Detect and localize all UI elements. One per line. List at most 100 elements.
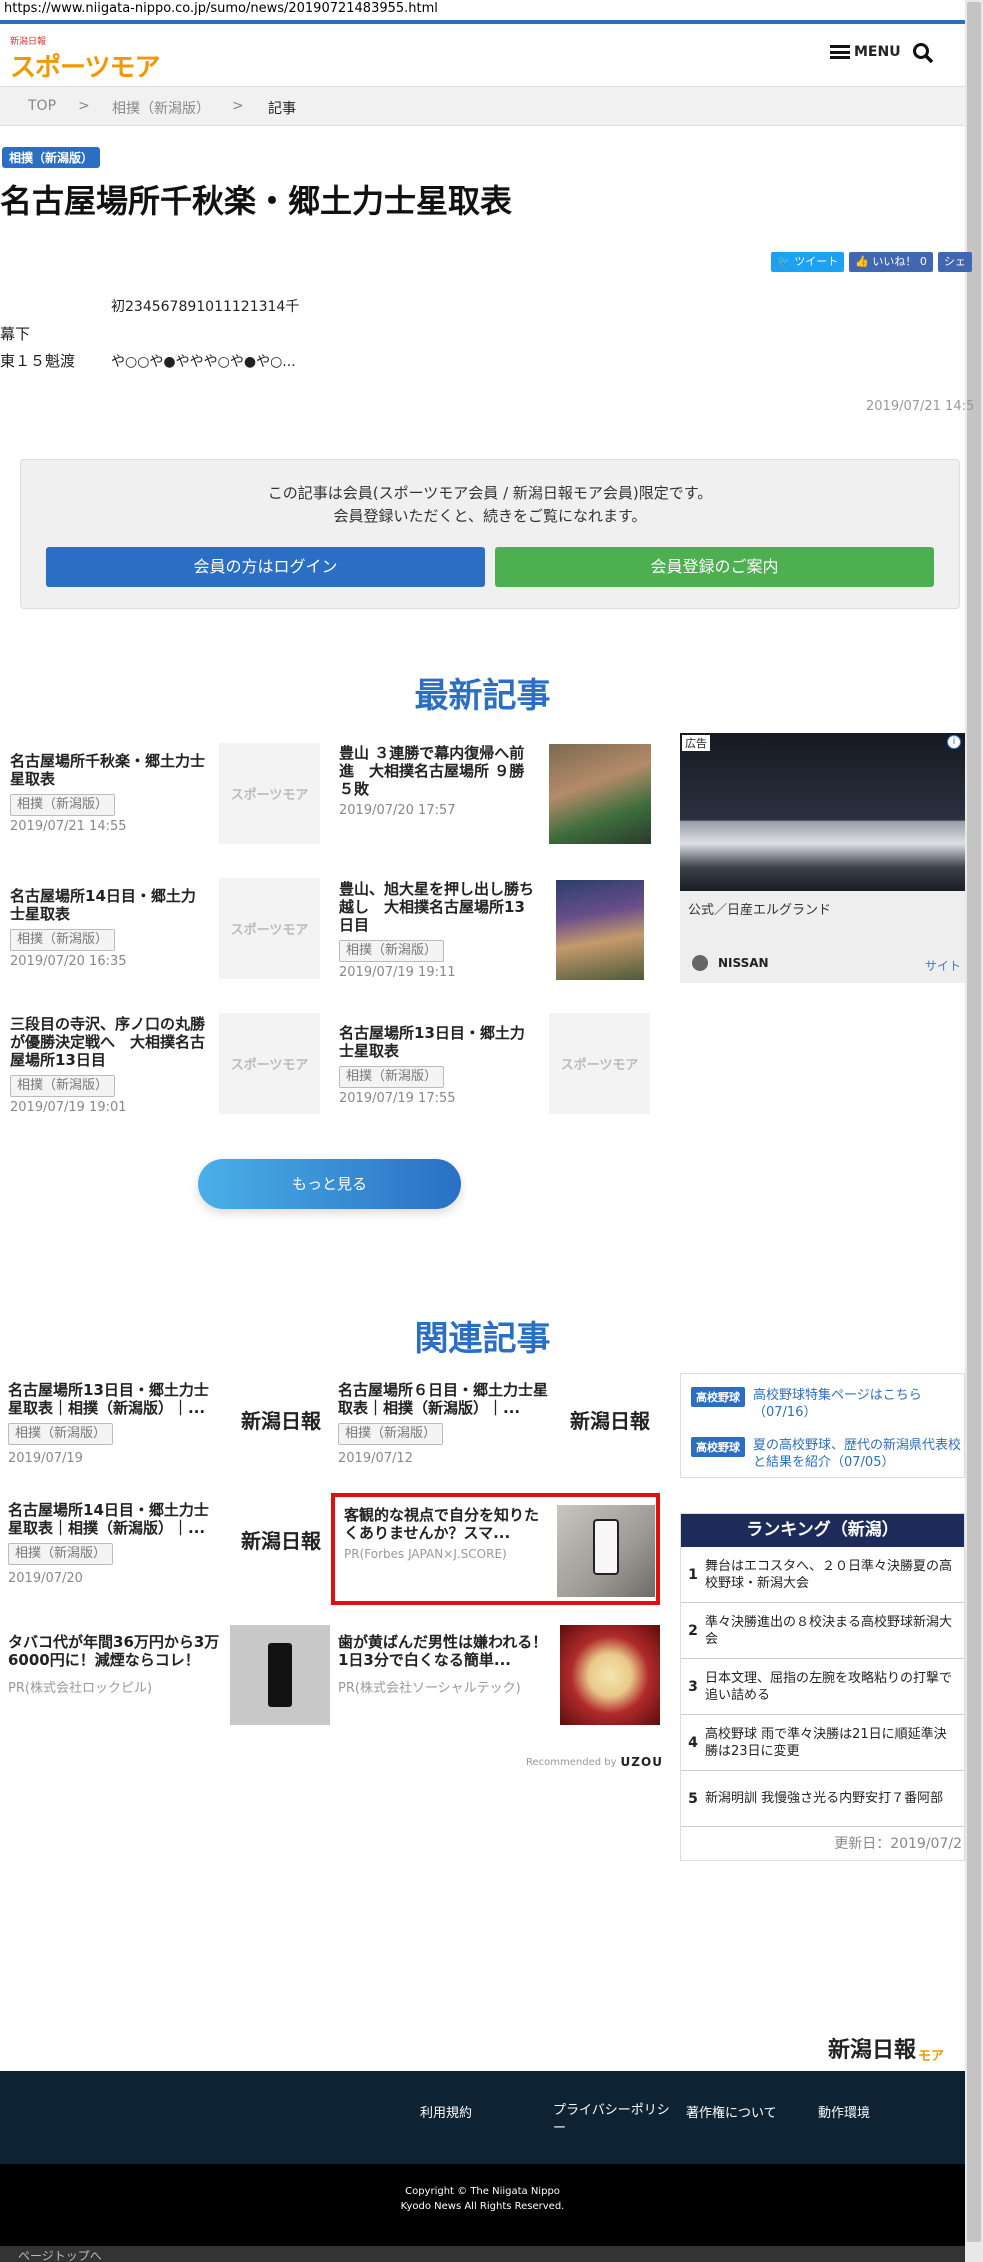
category-tag[interactable]: 相撲（新潟版） — [10, 1075, 116, 1097]
footer-link-copyright[interactable]: 著作権について — [686, 2102, 777, 2121]
latest-title: 名古屋場所13日目・郷土力士星取表 — [339, 1024, 525, 1060]
tweet-button[interactable]: 🐦 ツイート — [771, 252, 845, 272]
nissan-logo-icon — [692, 955, 708, 971]
product-photo[interactable] — [230, 1625, 330, 1725]
related-date: 2019/07/20 — [8, 1571, 83, 1586]
recommended-by[interactable]: Recommended by UZOU — [526, 1755, 663, 1769]
article-date: 2019/07/21 14:5 — [866, 399, 975, 414]
hs-link[interactable]: 高校野球 夏の高校野球、歴代の新潟県代表校と結果を紹介（07/05） — [691, 1437, 961, 1471]
related-title: 客観的な視点で自分を知りたくありませんか？スマ... — [344, 1506, 540, 1542]
pr-item-text: 客観的な視点で自分を知りたくありませんか？スマ... PR(Forbes JAP… — [344, 1506, 549, 1561]
like-label: いいね！ 0 — [872, 255, 927, 268]
site-logo[interactable]: 新潟日報 スポーツモア — [10, 34, 160, 84]
latest-item[interactable]: 名古屋場所千秋楽・郷土力士星取表 相撲（新潟版） 2019/07/21 14:5… — [10, 752, 210, 834]
related-item[interactable]: 名古屋場所13日目・郷土力士星取表｜相撲（新潟版）｜... 相撲（新潟版） 20… — [8, 1381, 223, 1466]
latest-thumbnail[interactable]: スポーツモア — [219, 878, 320, 979]
register-button[interactable]: 会員登録のご案内 — [495, 547, 934, 587]
category-tag[interactable]: 相撲（新潟版） — [339, 940, 445, 962]
scrollbar-thumb[interactable] — [967, 2, 981, 2242]
search-icon[interactable] — [912, 42, 934, 68]
footer-link-terms[interactable]: 利用規約 — [420, 2102, 472, 2121]
address-bar[interactable]: https://www.niigata-nippo.co.jp/sumo/new… — [0, 0, 983, 20]
latest-item[interactable]: 豊山 ３連勝で幕内復帰へ前進 大相撲名古屋場所 ９勝５敗 2019/07/20 … — [339, 744, 539, 818]
breadcrumb: TOP > 相撲（新潟版） > 記事 — [0, 86, 965, 126]
niigata-nippo-logo[interactable]: 新潟日報 — [232, 1394, 330, 1444]
latest-date: 2019/07/20 17:57 — [339, 803, 456, 818]
highlighted-pr-item[interactable]: 客観的な視点で自分を知りたくありませんか？スマ... PR(Forbes JAP… — [331, 1493, 660, 1605]
footer-logo-text: 新潟日報 — [828, 2037, 917, 2063]
info-icon[interactable]: i — [947, 735, 961, 749]
more-button[interactable]: もっと見る — [198, 1159, 461, 1209]
category-tag[interactable]: 相撲（新潟版） — [338, 1423, 444, 1445]
related-title: 歯が黄ばんだ男性は嫌われる！1日3分で白くなる簡単... — [338, 1633, 548, 1669]
breadcrumb-separator: > — [78, 98, 90, 114]
related-item[interactable]: 名古屋場所14日目・郷土力士星取表｜相撲（新潟版）｜... 相撲（新潟版） 20… — [8, 1501, 223, 1586]
category-badge[interactable]: 相撲（新潟版） — [2, 147, 101, 168]
category-tag[interactable]: 相撲（新潟版） — [8, 1423, 114, 1445]
ad-box[interactable]: 広告 i 公式／日産エルグランド NISSAN サイト — [680, 733, 965, 983]
tweet-label: ツイート — [794, 255, 839, 268]
footer-link-env[interactable]: 動作環境 — [818, 2102, 870, 2121]
hs-baseball-box: 高校野球 高校野球特集ページはこちら（07/16） 高校野球 夏の高校野球、歴代… — [680, 1373, 965, 1478]
footer-link-privacy[interactable]: プライバシーポリシー — [553, 2102, 675, 2138]
breadcrumb-separator: > — [232, 98, 244, 114]
latest-title: 三段目の寺沢、序ノ口の丸勝が優勝決定戦へ 大相撲名古屋場所13日目 — [10, 1015, 206, 1069]
share-button[interactable]: シェ — [937, 252, 972, 272]
breadcrumb-category[interactable]: 相撲（新潟版） — [112, 98, 210, 118]
pagetop-link[interactable]: ページトップへ — [18, 2247, 102, 2262]
related-title: タバコ代が年間36万円から3万6000円に！減煙ならコレ！ — [8, 1633, 220, 1669]
ranking-item[interactable]: 5 新潟明訓 我慢強さ光る内野安打７番阿部 — [681, 1771, 964, 1827]
category-tag[interactable]: 相撲（新潟版） — [8, 1543, 114, 1565]
like-button[interactable]: 👍 いいね！ 0 — [849, 252, 933, 272]
related-date: 2019/07/12 — [338, 1451, 413, 1466]
thumb-logo-text: スポーツモア — [560, 1058, 639, 1073]
latest-item[interactable]: 豊山、旭大星を押し出し勝ち越し 大相撲名古屋場所13日目 相撲（新潟版） 201… — [339, 880, 539, 980]
latest-thumbnail[interactable]: スポーツモア — [219, 1013, 320, 1114]
latest-item[interactable]: 名古屋場所14日目・郷土力士星取表 相撲（新潟版） 2019/07/20 16:… — [10, 887, 210, 969]
ranking-item[interactable]: 1 舞台はエコスタへ、２０日準々決勝夏の高校野球・新潟大会 — [681, 1547, 964, 1603]
menu-button[interactable]: MENU — [830, 44, 901, 60]
category-tag[interactable]: 相撲（新潟版） — [10, 794, 116, 816]
hs-link-text: 夏の高校野球、歴代の新潟県代表校と結果を紹介（07/05） — [753, 1438, 962, 1470]
rank-number: 3 — [688, 1678, 698, 1695]
niigata-nippo-logo[interactable]: 新潟日報 — [561, 1394, 659, 1444]
ranking-item[interactable]: 3 日本文理、屈指の左腕を攻略粘りの打撃で追い詰める — [681, 1659, 964, 1715]
related-item[interactable]: 歯が黄ばんだ男性は嫌われる！1日3分で白くなる簡単... PR(株式会社ソーシャ… — [338, 1633, 553, 1696]
ad-caption[interactable]: 公式／日産エルグランド — [688, 899, 831, 918]
ad-brand[interactable]: NISSAN — [692, 955, 769, 971]
thumb-logo-text: スポーツモア — [230, 1058, 309, 1073]
rank-text: 舞台はエコスタへ、２０日準々決勝夏の高校野球・新潟大会 — [705, 1558, 953, 1591]
latest-date: 2019/07/21 14:55 — [10, 819, 127, 834]
sumo-photo-1[interactable] — [549, 744, 651, 844]
member-only-box: この記事は会員(スポーツモア会員 / 新潟日報モア会員)限定です。 会員登録いた… — [20, 459, 960, 609]
category-tag[interactable]: 相撲（新潟版） — [10, 929, 116, 951]
uzou-logo: UZOU — [620, 1755, 663, 1769]
hs-link[interactable]: 高校野球 高校野球特集ページはこちら（07/16） — [691, 1387, 961, 1421]
latest-item[interactable]: 名古屋場所13日目・郷土力士星取表 相撲（新潟版） 2019/07/19 17:… — [339, 1024, 539, 1106]
article-title: 名古屋場所千秋楽・郷土力士星取表 — [0, 182, 513, 220]
latest-item[interactable]: 三段目の寺沢、序ノ口の丸勝が優勝決定戦へ 大相撲名古屋場所13日目 相撲（新潟版… — [10, 1015, 210, 1115]
login-button[interactable]: 会員の方はログイン — [46, 547, 485, 587]
ranking-item[interactable]: 4 高校野球 雨で準々決勝は21日に順延準決勝は23日に変更 — [681, 1715, 964, 1771]
footer-nav: 利用規約 プライバシーポリシー 著作権について 動作環境 — [0, 2071, 965, 2164]
teeth-photo[interactable] — [560, 1625, 660, 1725]
ad-site-link[interactable]: サイト — [925, 957, 961, 974]
ad-image[interactable] — [680, 733, 965, 891]
breadcrumb-top[interactable]: TOP — [28, 98, 56, 114]
related-item[interactable]: タバコ代が年間36万円から3万6000円に！減煙ならコレ！ PR(株式会社ロック… — [8, 1633, 223, 1696]
footer-logo[interactable]: 新潟日報 モア — [828, 2032, 944, 2064]
latest-title: 豊山、旭大星を押し出し勝ち越し 大相撲名古屋場所13日目 — [339, 880, 535, 934]
latest-title: 名古屋場所14日目・郷土力士星取表 — [10, 887, 196, 923]
latest-thumbnail[interactable]: スポーツモア — [549, 1013, 650, 1114]
sumo-photo-2[interactable] — [556, 880, 644, 980]
related-item[interactable]: 名古屋場所６日目・郷土力士星取表｜相撲（新潟版）｜... 相撲（新潟版） 201… — [338, 1381, 553, 1466]
hoshitori-header: 初234567891011121314千 — [111, 299, 300, 315]
rank-text: 高校野球 雨で準々決勝は21日に順延準決勝は23日に変更 — [705, 1726, 947, 1759]
latest-title: 名古屋場所千秋楽・郷土力士星取表 — [10, 752, 206, 788]
latest-heading: 最新記事 — [414, 676, 551, 716]
niigata-nippo-logo[interactable]: 新潟日報 — [232, 1514, 330, 1564]
category-tag[interactable]: 相撲（新潟版） — [339, 1066, 445, 1088]
ranking-item[interactable]: 2 準々決勝進出の８校決まる高校野球新潟大会 — [681, 1603, 964, 1659]
smartphone-photo[interactable] — [557, 1505, 655, 1597]
latest-thumbnail[interactable]: スポーツモア — [219, 743, 320, 844]
